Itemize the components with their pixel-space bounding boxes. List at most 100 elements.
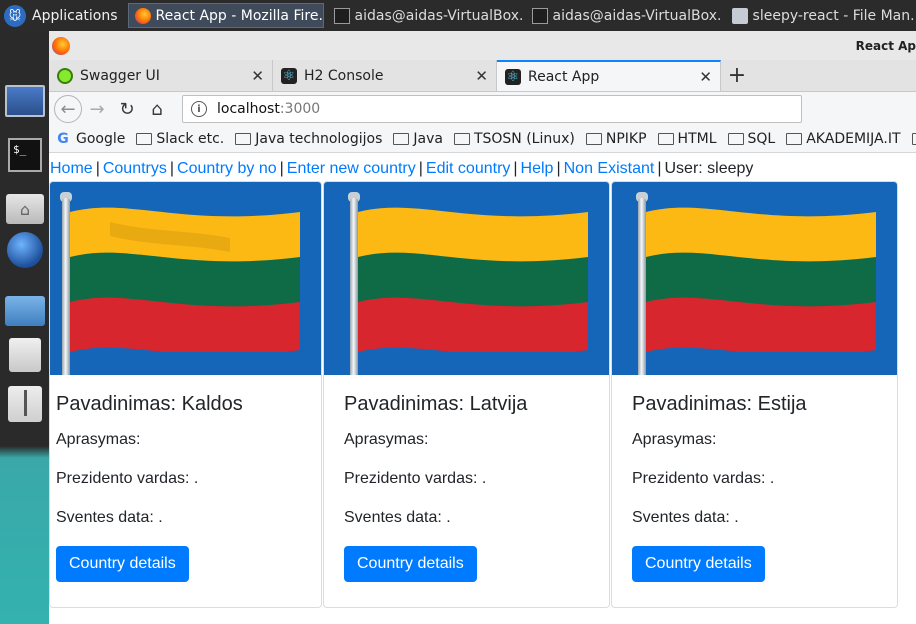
folder-icon	[235, 133, 252, 145]
nav-link-countrys[interactable]: Countrys	[103, 160, 167, 177]
firefox-logo-icon	[52, 36, 70, 55]
nav-link-edit-country[interactable]: Edit country	[426, 160, 510, 177]
folder-icon	[786, 133, 803, 145]
taskbar-item-firefox[interactable]: React App - Mozilla Fire...	[127, 3, 324, 28]
home-folder-icon[interactable]: ⌂	[5, 191, 45, 227]
bookmark-folder-slack[interactable]: Slack etc.	[136, 131, 224, 147]
bookmark-label: SQL	[747, 131, 776, 147]
bookmarks-toolbar: G Google Slack etc. Java technologijos Ja…	[49, 126, 916, 153]
forward-arrow-icon[interactable]: →	[82, 94, 112, 124]
home-icon[interactable]: ⌂	[142, 94, 172, 124]
bookmark-folder-java[interactable]: Java	[393, 131, 443, 147]
applications-label: Applications	[32, 7, 118, 24]
web-browser-icon[interactable]	[5, 232, 45, 268]
close-tab-icon[interactable]: ✕	[475, 67, 488, 85]
bookmark-folder-java-technologijos[interactable]: Java technologijos	[235, 131, 382, 147]
card-body: Pavadinimas: Latvija Aprasymas: Preziden…	[324, 375, 609, 582]
country-details-button[interactable]: Country details	[632, 546, 765, 582]
nav-separator: |	[418, 160, 423, 177]
folder-icon	[453, 133, 470, 145]
bookmark-folder-npikp[interactable]: NPIKP	[585, 131, 647, 147]
country-description: Aprasymas:	[344, 431, 429, 448]
react-icon: ⚛	[505, 68, 521, 85]
reload-icon[interactable]: ↻	[112, 94, 142, 124]
country-details-button[interactable]: Country details	[344, 546, 477, 582]
bookmark-folder-sql[interactable]: SQL	[727, 131, 776, 147]
dock: $_ ⌂	[0, 31, 49, 624]
nav-link-non-existant[interactable]: Non Existant	[564, 160, 655, 177]
bookmark-folder-akademija[interactable]: AKADEMIJA.IT	[786, 131, 901, 147]
nav-separator: |	[513, 160, 518, 177]
terminal-icon	[333, 7, 350, 24]
country-card: Pavadinimas: Latvija Aprasymas: Preziden…	[323, 181, 610, 608]
nav-link-help[interactable]: Help	[521, 160, 554, 177]
url-bar[interactable]: i localhost:3000	[182, 95, 802, 123]
window-title: React Ap	[855, 39, 916, 53]
close-tab-icon[interactable]: ✕	[251, 67, 264, 85]
holiday-date: Sventes data: .	[632, 509, 739, 526]
country-name: Pavadinimas: Kaldos	[56, 393, 243, 415]
tab-label: Swagger UI	[80, 67, 160, 84]
holiday-date: Sventes data: .	[344, 509, 451, 526]
terminal-icon	[531, 7, 548, 24]
bookmark-label: Java technologijos	[255, 131, 383, 147]
applications-menu-button[interactable]: 🐭 Applications	[0, 0, 124, 31]
folder-icon	[731, 7, 748, 24]
country-cards: Pavadinimas: Kaldos Aprasymas: Prezident…	[49, 181, 899, 608]
taskbar-item-label: aidas@aidas-VirtualBox...	[354, 7, 522, 24]
flag-image	[324, 182, 609, 375]
tab-label: React App	[528, 68, 600, 85]
taskbar-item-terminal-2[interactable]: aidas@aidas-VirtualBox...	[526, 3, 722, 28]
show-desktop-icon[interactable]	[5, 83, 45, 119]
new-tab-button[interactable]: +	[721, 60, 753, 91]
close-tab-icon[interactable]: ✕	[699, 68, 712, 86]
country-card: Pavadinimas: Kaldos Aprasymas: Prezident…	[49, 181, 322, 608]
country-details-button[interactable]: Country details	[56, 546, 189, 582]
country-name: Pavadinimas: Estija	[632, 393, 807, 415]
tab-h2-console[interactable]: ⚛ H2 Console ✕	[273, 60, 497, 91]
app-finder-icon[interactable]	[5, 337, 45, 373]
taskbar-item-file-manager[interactable]: sleepy-react - File Man...	[726, 3, 916, 28]
usb-drive-icon[interactable]	[5, 386, 45, 422]
folder-icon	[585, 133, 602, 145]
tab-strip: Swagger UI ✕ ⚛ H2 Console ✕ ⚛ React App …	[49, 60, 916, 92]
back-arrow-icon[interactable]: ←	[54, 95, 82, 123]
terminal-launcher-icon[interactable]: $_	[5, 137, 45, 173]
bookmark-label: TSOSN (Linux)	[473, 131, 575, 147]
nav-separator: |	[657, 160, 662, 177]
country-description: Aprasymas:	[632, 431, 717, 448]
bookmark-label: Slack etc.	[156, 131, 225, 147]
top-panel: 🐭 Applications React App - Mozilla Fire.…	[0, 0, 916, 31]
country-name: Pavadinimas: Latvija	[344, 393, 528, 415]
folder-icon	[136, 133, 153, 145]
site-info-icon[interactable]: i	[191, 101, 207, 117]
bookmark-folder-v[interactable]: V	[911, 131, 916, 147]
tab-swagger-ui[interactable]: Swagger UI ✕	[49, 60, 273, 91]
url-port: :3000	[279, 101, 321, 117]
tab-react-app[interactable]: ⚛ React App ✕	[497, 60, 721, 91]
tab-label: H2 Console	[304, 67, 384, 84]
page-content: Home | Countrys | Country by no | Enter new co…	[49, 158, 916, 624]
file-manager-icon[interactable]	[5, 293, 45, 329]
folder-icon	[911, 133, 916, 145]
nav-link-enter-new-country[interactable]: Enter new country	[287, 160, 416, 177]
president-name: Prezidento vardas: .	[632, 470, 775, 487]
nav-link-country-by-no[interactable]: Country by no	[177, 160, 277, 177]
folder-icon	[393, 133, 410, 145]
bookmark-folder-tsosn[interactable]: TSOSN (Linux)	[453, 131, 575, 147]
lithuania-flag-icon	[358, 207, 588, 352]
lithuania-flag-icon	[646, 207, 876, 352]
taskbar-item-terminal-1[interactable]: aidas@aidas-VirtualBox...	[328, 3, 522, 28]
nav-link-home[interactable]: Home	[50, 160, 93, 177]
nav-separator: |	[556, 160, 561, 177]
bookmark-folder-html[interactable]: HTML	[657, 131, 717, 147]
bookmark-label: AKADEMIJA.IT	[806, 131, 901, 147]
bookmark-google[interactable]: G Google	[55, 131, 125, 147]
country-card: Pavadinimas: Estija Aprasymas: Prezident…	[611, 181, 898, 608]
nav-separator: |	[95, 160, 100, 177]
bookmark-label: Java	[413, 131, 443, 147]
flag-image	[612, 182, 897, 375]
holiday-date: Sventes data: .	[56, 509, 163, 526]
firefox-window: React Ap Swagger UI ✕ ⚛ H2 Console ✕ ⚛ R…	[49, 31, 916, 624]
country-description: Aprasymas:	[56, 431, 141, 448]
